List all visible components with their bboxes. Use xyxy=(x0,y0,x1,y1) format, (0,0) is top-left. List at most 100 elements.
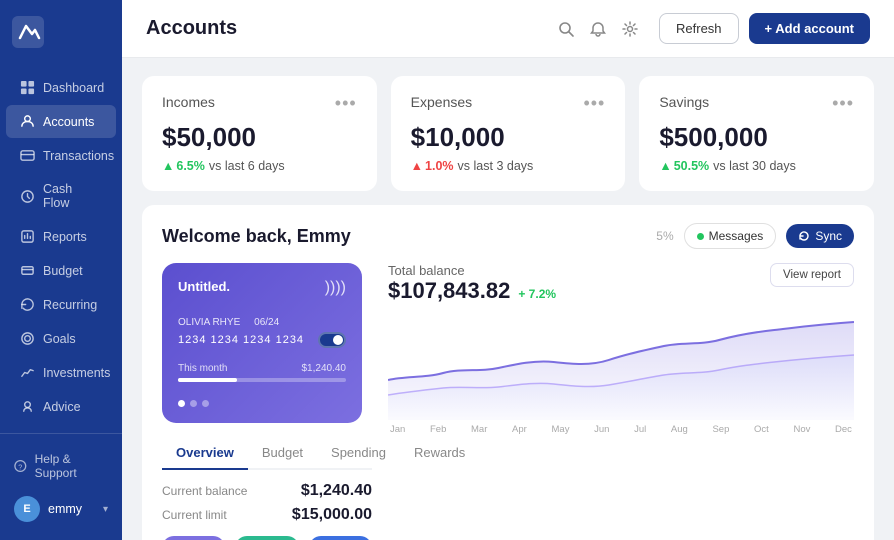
header-right: Refresh + Add account xyxy=(557,13,870,44)
sidebar-item-cashflow[interactable]: Cash Flow xyxy=(6,173,116,219)
sidebar-item-label: Budget xyxy=(43,264,83,278)
chart-header: Total balance $107,843.82 + 7.2% View re… xyxy=(388,263,854,304)
total-balance-value: $107,843.82 + 7.2% xyxy=(388,278,556,304)
dashboard-panel: Welcome back, Emmy 5% Messages Sync xyxy=(142,205,874,540)
sidebar-item-label: Goals xyxy=(43,332,76,346)
logo xyxy=(0,0,122,64)
card-toggle[interactable] xyxy=(318,332,346,348)
settings-icon[interactable] xyxy=(621,20,639,38)
card-progress-bar xyxy=(178,378,346,382)
month-sep: Sep xyxy=(712,424,729,435)
expenses-arrow-icon: ▲ xyxy=(411,159,423,173)
expenses-change: ▲ 1.0% vs last 3 days xyxy=(411,159,606,173)
mini-card-3[interactable]: 🔖 xyxy=(309,536,372,540)
mini-card-1[interactable]: 🏠 xyxy=(162,536,225,540)
view-report-button[interactable]: View report xyxy=(770,263,854,287)
balance-info: Current balance $1,240.40 Current limit … xyxy=(162,482,372,524)
sidebar-item-accounts[interactable]: Accounts xyxy=(6,105,116,138)
sidebar: Dashboard Accounts Transactions Cash Flo… xyxy=(0,0,122,540)
incomes-change-pct: 6.5% xyxy=(176,159,205,173)
expenses-change-pct: 1.0% xyxy=(425,159,454,173)
card-progress-fill xyxy=(178,378,237,382)
sidebar-item-dashboard[interactable]: Dashboard xyxy=(6,71,116,104)
incomes-change: ▲ 6.5% vs last 6 days xyxy=(162,159,357,173)
sidebar-item-transactions[interactable]: Transactions xyxy=(6,139,116,172)
sidebar-item-reports[interactable]: Reports xyxy=(6,220,116,253)
card-month-info: This month $1,240.40 xyxy=(178,363,346,374)
savings-change: ▲ 50.5% vs last 30 days xyxy=(659,159,854,173)
savings-change-pct: 50.5% xyxy=(674,159,709,173)
chart-months: Jan Feb Mar Apr May Jun Jul Aug Sep Oct … xyxy=(388,424,854,435)
content-area: Incomes ••• $50,000 ▲ 6.5% vs last 6 day… xyxy=(122,58,894,540)
sidebar-item-label: Reports xyxy=(43,230,87,244)
current-limit-row: Current limit $15,000.00 xyxy=(162,506,372,524)
credit-card: Untitled. )))) OLIVIA RHYE 06/24 1234 12… xyxy=(162,263,362,423)
sync-label: Sync xyxy=(815,229,842,243)
card-dot-1[interactable] xyxy=(178,400,185,407)
mini-card-2[interactable]: ✦ xyxy=(235,536,298,540)
month-jun: Jun xyxy=(594,424,609,435)
card-name: Untitled. xyxy=(178,279,230,294)
expenses-menu-icon[interactable]: ••• xyxy=(583,94,605,112)
sidebar-item-investments[interactable]: Investments xyxy=(6,356,116,389)
tab-budget[interactable]: Budget xyxy=(248,437,317,470)
expenses-value: $10,000 xyxy=(411,122,606,153)
messages-dot-icon xyxy=(697,233,704,240)
stats-row: Incomes ••• $50,000 ▲ 6.5% vs last 6 day… xyxy=(142,76,874,191)
dashboard-bottom: Untitled. )))) OLIVIA RHYE 06/24 1234 12… xyxy=(162,263,854,540)
month-mar: Mar xyxy=(471,424,487,435)
messages-label: Messages xyxy=(709,229,764,243)
incomes-title: Incomes xyxy=(162,94,215,110)
current-limit-label: Current limit xyxy=(162,508,227,522)
current-balance-label: Current balance xyxy=(162,484,247,498)
left-panel: Untitled. )))) OLIVIA RHYE 06/24 1234 12… xyxy=(162,263,372,540)
savings-title: Savings xyxy=(659,94,709,110)
chevron-down-icon: ▾ xyxy=(103,504,108,515)
month-may: May xyxy=(552,424,570,435)
card-holder: OLIVIA RHYE 06/24 xyxy=(178,317,346,328)
mini-cards-row: 🏠 ✦ 🔖 xyxy=(162,536,372,540)
savings-arrow-icon: ▲ xyxy=(659,159,671,173)
card-wifi-icon: )))) xyxy=(325,279,346,297)
chart-area: Total balance $107,843.82 + 7.2% View re… xyxy=(388,263,854,540)
tab-overview[interactable]: Overview xyxy=(162,437,248,470)
panel-header-right: 5% Messages Sync xyxy=(656,223,854,249)
incomes-menu-icon[interactable]: ••• xyxy=(335,94,357,112)
panel-header: Welcome back, Emmy 5% Messages Sync xyxy=(162,223,854,249)
card-dot-2[interactable] xyxy=(190,400,197,407)
sidebar-item-label: Cash Flow xyxy=(43,182,102,210)
sidebar-nav: Dashboard Accounts Transactions Cash Flo… xyxy=(0,64,122,433)
balance-chart xyxy=(388,310,854,420)
help-support-item[interactable]: ? Help & Support xyxy=(6,444,116,488)
sidebar-item-budget[interactable]: Budget xyxy=(6,254,116,287)
user-profile-item[interactable]: E emmy ▾ xyxy=(6,488,116,530)
savings-card: Savings ••• $500,000 ▲ 50.5% vs last 30 … xyxy=(639,76,874,191)
notification-icon[interactable] xyxy=(589,20,607,38)
search-icon[interactable] xyxy=(557,20,575,38)
card-dot-3[interactable] xyxy=(202,400,209,407)
svg-text:?: ? xyxy=(18,463,22,472)
messages-button[interactable]: Messages xyxy=(684,223,777,249)
sidebar-item-label: Transactions xyxy=(43,149,114,163)
sidebar-item-label: Investments xyxy=(43,366,110,380)
welcome-text: Welcome back, Emmy xyxy=(162,226,351,247)
card-pagination xyxy=(178,400,346,407)
add-account-button[interactable]: + Add account xyxy=(749,13,870,44)
header-icons xyxy=(557,20,639,38)
month-oct: Oct xyxy=(754,424,769,435)
sidebar-item-label: Accounts xyxy=(43,115,94,129)
balance-change: + 7.2% xyxy=(518,287,556,301)
sidebar-item-recurring[interactable]: Recurring xyxy=(6,288,116,321)
month-feb: Feb xyxy=(430,424,446,435)
sync-button[interactable]: Sync xyxy=(786,224,854,248)
sidebar-item-advice[interactable]: Advice xyxy=(6,390,116,423)
card-number: 1234 1234 1234 1234 xyxy=(178,332,346,348)
refresh-button[interactable]: Refresh xyxy=(659,13,739,44)
help-support-label: Help & Support xyxy=(35,452,108,480)
month-jan: Jan xyxy=(390,424,405,435)
sidebar-item-label: Advice xyxy=(43,400,81,414)
account-tabs: Overview Budget Spending Rewards xyxy=(162,437,372,470)
savings-menu-icon[interactable]: ••• xyxy=(832,94,854,112)
current-balance-row: Current balance $1,240.40 xyxy=(162,482,372,500)
sidebar-item-goals[interactable]: Goals xyxy=(6,322,116,355)
